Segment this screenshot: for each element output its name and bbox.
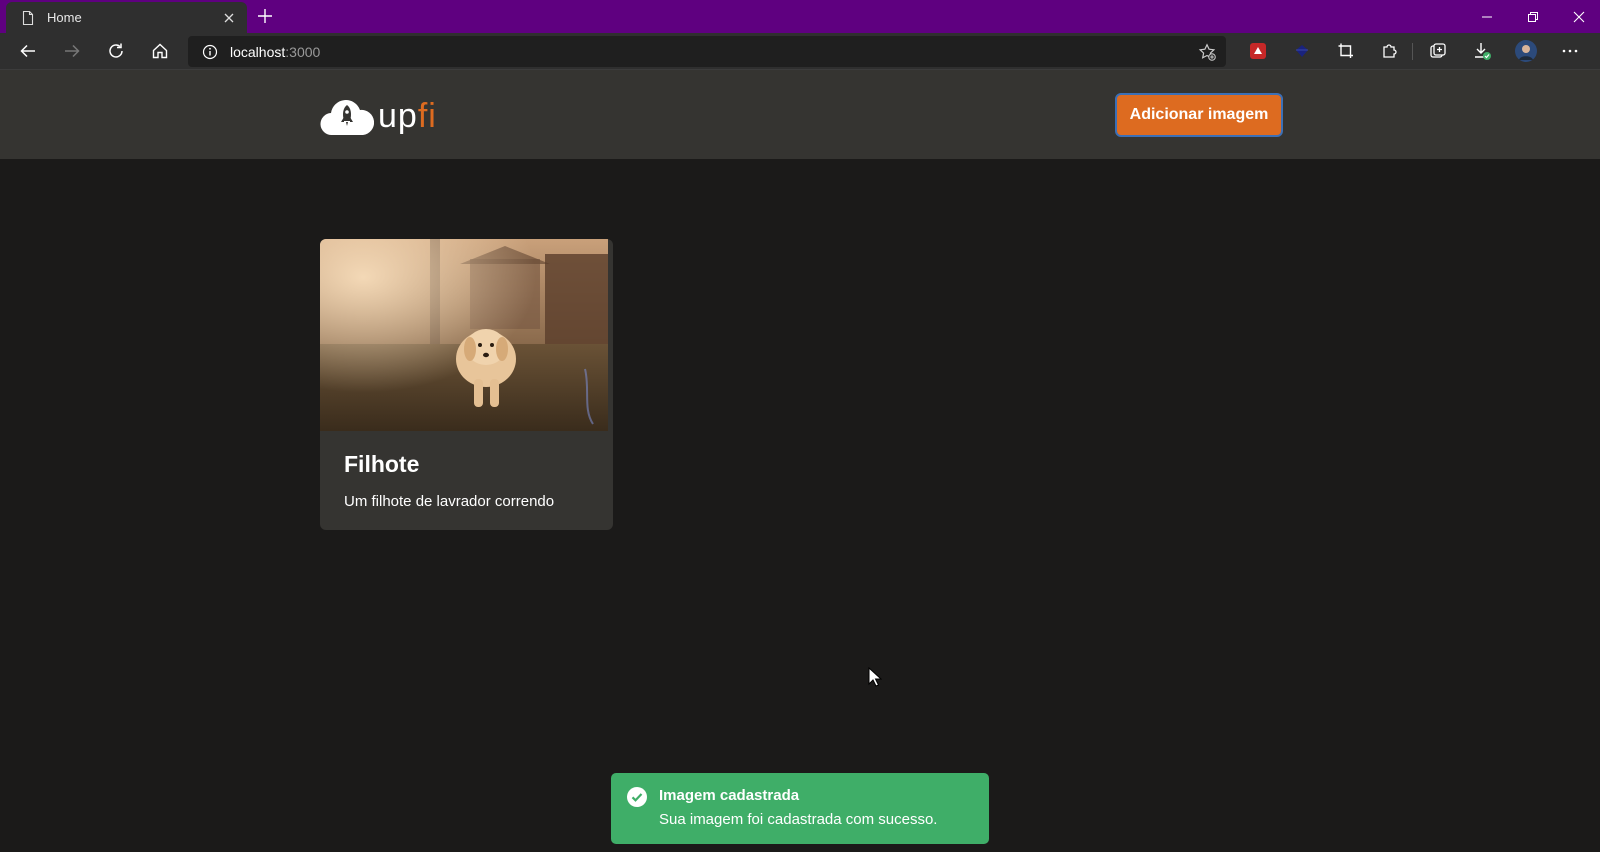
back-icon[interactable] (10, 33, 46, 69)
upfi-logo[interactable]: up fi (320, 95, 437, 137)
mouse-cursor-icon (868, 666, 883, 687)
image-card[interactable]: Filhote Um filhote de lavrador correndo (320, 239, 613, 530)
site-info-icon[interactable] (202, 44, 218, 60)
browser-tab-strip: Home (0, 0, 1600, 33)
extensions-puzzle-icon[interactable] (1372, 33, 1408, 69)
home-icon[interactable] (142, 33, 178, 69)
page-icon (20, 10, 36, 26)
extension-red-icon[interactable] (1240, 33, 1276, 69)
new-tab-icon[interactable] (256, 7, 274, 25)
card-description: Um filhote de lavrador correndo (344, 493, 555, 510)
success-toast: Imagem cadastrada Sua imagem foi cadastr… (611, 773, 989, 844)
address-host: localhost (230, 43, 286, 60)
app-header (0, 70, 1600, 159)
restore-icon[interactable] (1510, 0, 1556, 33)
address-port: :3000 (285, 43, 321, 60)
logo-text-up: up (378, 96, 418, 135)
downloads-icon[interactable] (1464, 33, 1500, 69)
card-title: Filhote (344, 451, 420, 477)
logo-text-fi: fi (417, 96, 437, 135)
collections-icon[interactable] (1420, 33, 1456, 69)
cloud-rocket-icon (320, 100, 374, 136)
forward-icon[interactable] (54, 33, 90, 69)
address-bar[interactable]: localhost:3000 (188, 36, 1226, 67)
toast-title: Imagem cadastrada (659, 787, 800, 804)
extension-diamond-icon[interactable] (1284, 33, 1320, 69)
add-favorite-icon[interactable] (1198, 43, 1216, 61)
add-image-button[interactable]: Adicionar imagem (1115, 93, 1283, 137)
browser-toolbar: localhost:3000 (0, 33, 1600, 70)
card-photo[interactable] (320, 239, 608, 431)
close-window-icon[interactable] (1556, 0, 1600, 33)
minimize-icon[interactable] (1464, 0, 1510, 33)
browser-tab[interactable]: Home (6, 2, 247, 33)
screenshot-icon[interactable] (1328, 33, 1364, 69)
check-circle-icon (627, 787, 647, 807)
profile-avatar[interactable] (1508, 33, 1544, 69)
more-options-icon[interactable] (1552, 33, 1588, 69)
close-tab-icon[interactable] (221, 10, 237, 26)
reload-icon[interactable] (98, 33, 134, 69)
tab-title: Home (47, 10, 82, 25)
toast-description: Sua imagem foi cadastrada com sucesso. (659, 811, 938, 828)
